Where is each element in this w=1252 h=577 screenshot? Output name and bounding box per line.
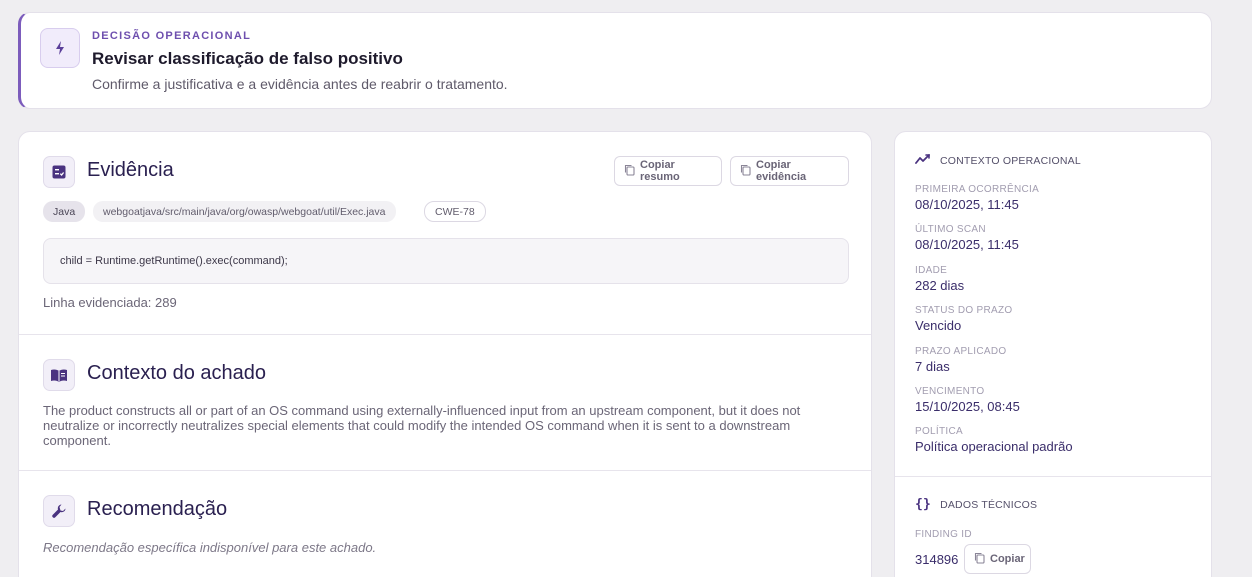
field-age: IDADE 282 dias — [915, 265, 964, 293]
evidence-line: Linha evidenciada: 289 — [43, 295, 177, 310]
wrench-icon — [43, 495, 75, 527]
language-chip: Java — [43, 201, 86, 222]
field-value: 282 dias — [915, 278, 965, 293]
copy-summary-label: Copiar resumo — [640, 159, 680, 183]
copy-finding-id-button[interactable]: Copiar — [964, 544, 1031, 574]
field-value: 08/10/2025, 11:45 — [915, 237, 1019, 252]
recommendation-title: Recomendação — [87, 498, 228, 520]
field-last-scan: ÚLTIMO SCAN 08/10/2025, 11:45 — [915, 224, 1019, 252]
banner-title: Revisar classificação de falso positivo — [92, 49, 403, 68]
evidence-title: Evidência — [87, 159, 174, 181]
context-section: Contexto do achado The product construct… — [19, 335, 871, 470]
banner-subtitle: Confirme a justificativa e a evidência a… — [92, 76, 508, 92]
field-label: PRIMEIRA OCORRÊNCIA — [915, 184, 1040, 195]
field-value: Vencido — [915, 318, 962, 333]
operational-context-header: CONTEXTO OPERACIONAL — [915, 153, 1081, 168]
copy-summary-button[interactable]: Copiar resumo — [614, 156, 722, 186]
finding-id-value: 314896 — [915, 552, 959, 567]
field-value: 15/10/2025, 08:45 — [915, 399, 1020, 414]
field-label: ÚLTIMO SCAN — [915, 224, 986, 235]
field-value: 7 dias — [915, 359, 950, 374]
copy-evidence-label: Copiar evidência — [756, 159, 807, 183]
finding-main-card: Evidência Copiar resumo Copiar evidência… — [18, 131, 872, 577]
field-label: IDADE — [915, 265, 948, 276]
context-description: The product constructs all or part of an… — [43, 403, 801, 448]
copy-label: Copiar — [990, 553, 1025, 565]
technical-data-title: DADOS TÉCNICOS — [940, 498, 1038, 511]
lightning-icon — [40, 28, 80, 68]
field-due-date: VENCIMENTO 15/10/2025, 08:45 — [915, 386, 1020, 414]
recommendation-text: Recomendação específica indisponível par… — [43, 540, 377, 555]
page: DECISÃO OPERACIONAL Revisar classificaçã… — [0, 0, 1252, 577]
field-value: 08/10/2025, 11:45 — [915, 197, 1019, 212]
context-title: Contexto do achado — [87, 362, 267, 384]
braces-icon: {} — [915, 497, 932, 512]
field-applied-deadline: PRAZO APLICADO 7 dias — [915, 346, 1006, 374]
copy-icon — [624, 164, 635, 179]
book-icon — [43, 359, 75, 391]
side-context-card: CONTEXTO OPERACIONAL PRIMEIRA OCORRÊNCIA… — [894, 131, 1212, 577]
checklist-icon — [43, 156, 75, 188]
field-first-occurrence: PRIMEIRA OCORRÊNCIA 08/10/2025, 11:45 — [915, 184, 1039, 212]
evidence-section: Evidência Copiar resumo Copiar evidência… — [19, 132, 871, 334]
copy-icon — [974, 552, 985, 567]
banner-kicker: DECISÃO OPERACIONAL — [92, 30, 252, 42]
field-finding-id: FINDING ID — [915, 529, 972, 540]
field-label: VENCIMENTO — [915, 386, 985, 397]
field-value: Política operacional padrão — [915, 439, 1073, 454]
operational-context-title: CONTEXTO OPERACIONAL — [940, 154, 1081, 167]
field-deadline-status: STATUS DO PRAZO Vencido — [915, 305, 1012, 333]
field-label: POLÍTICA — [915, 426, 963, 437]
field-policy: POLÍTICA Política operacional padrão — [915, 426, 1073, 454]
code-snippet: child = Runtime.getRuntime().exec(comman… — [43, 238, 849, 284]
copy-evidence-button[interactable]: Copiar evidência — [730, 156, 849, 186]
field-label: PRAZO APLICADO — [915, 346, 1007, 357]
divider — [895, 476, 1211, 477]
cwe-chip: CWE-78 — [424, 201, 486, 222]
field-label: STATUS DO PRAZO — [915, 305, 1013, 316]
finding-id-label: FINDING ID — [915, 529, 972, 540]
copy-icon — [740, 164, 751, 179]
technical-data-header: {} DADOS TÉCNICOS — [915, 497, 1037, 512]
decision-banner: DECISÃO OPERACIONAL Revisar classificaçã… — [18, 12, 1212, 109]
file-path-chip: webgoatjava/src/main/java/org/owasp/webg… — [93, 201, 396, 222]
trend-icon — [915, 153, 931, 168]
recommendation-section: Recomendação Recomendação específica ind… — [19, 471, 871, 577]
